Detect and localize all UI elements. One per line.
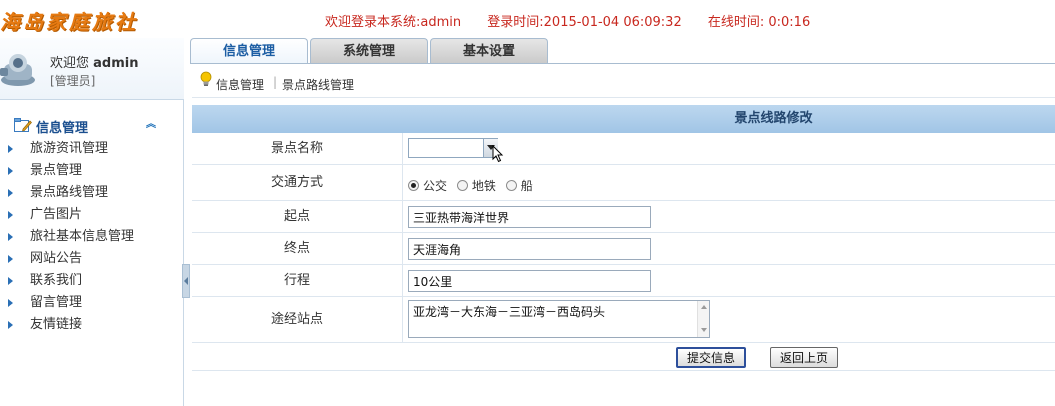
radio-boat[interactable] — [505, 180, 517, 191]
online-time: 在线时间: 0:0:16 — [707, 15, 811, 30]
sidebar-item-label: 联系我们 — [30, 273, 83, 288]
site-logo: 海岛家庭旅社 — [0, 10, 138, 34]
form-title: 景点线路修改 — [192, 105, 1055, 133]
label-scenic-name: 景点名称 — [270, 141, 323, 156]
tab-basic-settings[interactable]: 基本设置 — [430, 38, 548, 64]
column-divider — [402, 165, 403, 200]
stops-textarea[interactable]: 亚龙湾－大东海－三亚湾－西岛码头 — [408, 300, 710, 338]
sidebar-item-scenic-route[interactable]: 景点路线管理 — [0, 182, 184, 204]
sidebar-item-ad-images[interactable]: 广告图片 — [0, 204, 184, 226]
column-divider — [402, 265, 403, 296]
welcome-text: 欢迎登录本系统:admin — [325, 15, 462, 30]
folder-edit-icon — [14, 118, 32, 132]
textarea-scrollbar[interactable] — [697, 301, 709, 337]
row-start: 起点 — [192, 201, 1055, 233]
sidebar-item-scenic[interactable]: 景点管理 — [0, 160, 184, 182]
form-actions: 提交信息 返回上页 — [192, 343, 1055, 371]
arrow-right-icon — [8, 299, 13, 307]
column-divider — [402, 201, 403, 232]
column-divider — [402, 233, 403, 264]
scenic-name-select[interactable] — [408, 138, 498, 158]
top-header: 海岛家庭旅社 欢迎登录本系统:admin 登录时间:2015-01-04 06:… — [0, 0, 1055, 38]
user-greeting: 欢迎您 — [50, 56, 90, 71]
sidebar-item-agency-info[interactable]: 旅社基本信息管理 — [0, 226, 184, 248]
collapse-left-icon — [184, 277, 188, 285]
row-transport: 交通方式 公交 地铁 船 — [192, 165, 1055, 201]
arrow-right-icon — [8, 321, 13, 329]
breadcrumb: 信息管理 | 景点路线管理 — [192, 64, 1055, 98]
tab-system-management[interactable]: 系统管理 — [310, 38, 428, 64]
label-end: 终点 — [283, 241, 310, 256]
collapse-icon[interactable]: ︽ — [144, 118, 158, 132]
radio-bus-label[interactable]: 公交 — [423, 179, 447, 193]
arrow-right-icon — [8, 255, 13, 263]
label-start: 起点 — [283, 209, 310, 224]
sidebar-item-label: 网站公告 — [30, 251, 83, 266]
user-login-name: admin — [93, 56, 139, 71]
sidebar-item-travel-news[interactable]: 旅游资讯管理 — [0, 138, 184, 160]
sidebar-item-links[interactable]: 友情链接 — [0, 314, 184, 336]
label-distance: 行程 — [283, 273, 310, 288]
user-role: [管理员] — [50, 74, 96, 88]
radio-boat-label[interactable]: 船 — [521, 179, 533, 193]
arrow-right-icon — [8, 233, 13, 241]
menu-group-info[interactable]: 信息管理 ︽ — [14, 116, 164, 136]
arrow-right-icon — [8, 211, 13, 219]
submit-button[interactable]: 提交信息 — [676, 347, 747, 368]
sidebar-item-label: 友情链接 — [30, 317, 83, 332]
label-transport: 交通方式 — [270, 175, 323, 190]
row-stops: 途经站点 亚龙湾－大东海－三亚湾－西岛码头 — [192, 297, 1055, 343]
back-button[interactable]: 返回上页 — [770, 347, 839, 368]
transport-radio-group: 公交 地铁 船 — [408, 177, 539, 194]
sidebar-toggle-handle[interactable] — [182, 264, 190, 298]
sidebar-item-label: 景点路线管理 — [30, 185, 109, 200]
route-edit-form: 景点线路修改 景点名称 交通方式 公交 地铁 船 起点 三亚热带海洋世界 终点 … — [192, 105, 1055, 371]
sidebar-menu: 旅游资讯管理 景点管理 景点路线管理 广告图片 旅社基本信息管理 网站公告 联系… — [0, 138, 184, 336]
row-end: 终点 — [192, 233, 1055, 265]
sidebar-item-label: 留言管理 — [30, 295, 83, 310]
mouse-cursor-icon — [492, 145, 504, 163]
breadcrumb-level1[interactable]: 信息管理 — [216, 76, 264, 93]
sidebar-item-label: 景点管理 — [30, 163, 83, 178]
sidebar-item-announcements[interactable]: 网站公告 — [0, 248, 184, 270]
row-distance: 行程 — [192, 265, 1055, 297]
sidebar-item-label: 广告图片 — [30, 207, 83, 222]
scroll-down-icon[interactable] — [701, 328, 707, 332]
scroll-up-icon[interactable] — [701, 305, 707, 309]
sidebar-item-label: 旅游资讯管理 — [30, 141, 109, 156]
sidebar-item-messages[interactable]: 留言管理 — [0, 292, 184, 314]
session-info: 欢迎登录本系统:admin 登录时间:2015-01-04 06:09:32 在… — [325, 11, 832, 30]
arrow-right-icon — [8, 189, 13, 197]
column-divider — [402, 133, 403, 164]
sidebar-item-label: 旅社基本信息管理 — [30, 229, 135, 244]
lightbulb-icon — [200, 71, 212, 86]
row-scenic-name: 景点名称 — [192, 133, 1055, 165]
label-stops: 途经站点 — [270, 312, 323, 327]
user-avatar-icon — [0, 54, 35, 86]
radio-subway[interactable] — [456, 180, 468, 191]
left-panel: 欢迎您 admin [管理员] 信息管理 ︽ 旅游资讯管理 景点管理 景点路线管… — [0, 38, 184, 406]
end-input[interactable] — [408, 238, 651, 260]
start-input[interactable] — [408, 206, 651, 228]
tab-info-management[interactable]: 信息管理 — [190, 38, 308, 64]
user-box: 欢迎您 admin [管理员] — [0, 38, 184, 100]
breadcrumb-separator: | — [273, 75, 278, 89]
breadcrumb-level2[interactable]: 景点路线管理 — [282, 76, 354, 93]
arrow-right-icon — [8, 167, 13, 175]
menu-group-title: 信息管理 — [36, 121, 89, 136]
user-name: 欢迎您 admin — [50, 52, 139, 71]
login-time: 登录时间:2015-01-04 06:09:32 — [487, 15, 682, 30]
radio-bus[interactable] — [408, 180, 419, 191]
arrow-right-icon — [8, 277, 13, 285]
distance-input[interactable] — [408, 270, 651, 292]
arrow-right-icon — [8, 145, 13, 153]
sidebar-item-contact[interactable]: 联系我们 — [0, 270, 184, 292]
radio-subway-label[interactable]: 地铁 — [472, 179, 496, 193]
column-divider — [402, 297, 403, 342]
